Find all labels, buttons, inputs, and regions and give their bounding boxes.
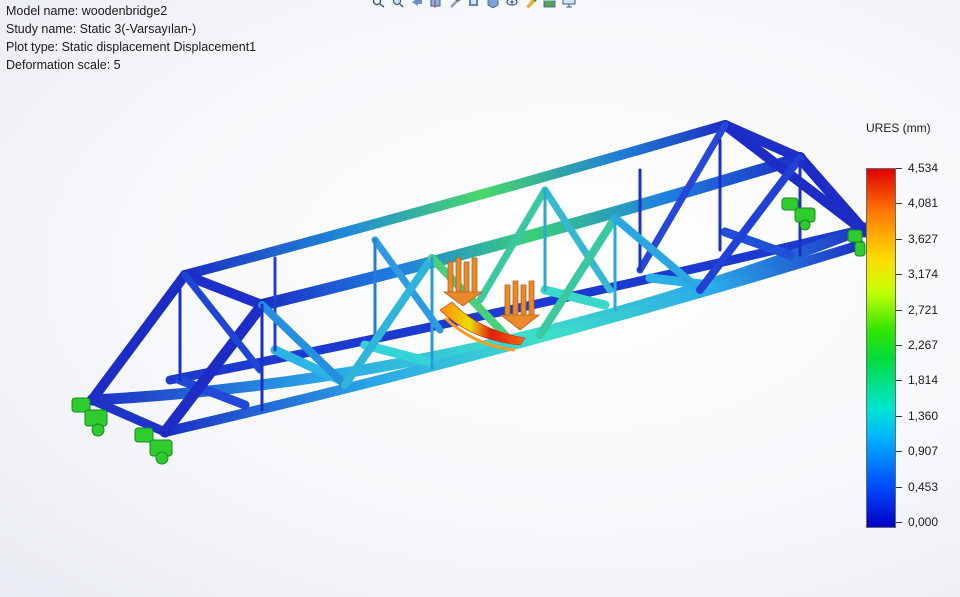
legend-tick-label: 2,721: [908, 302, 939, 317]
legend-tick-label: 0,907: [908, 444, 939, 459]
legend-tick-mark: [896, 168, 902, 169]
legend-tick-label: 4,081: [908, 196, 939, 211]
legend-tick-label: 0,453: [908, 479, 939, 494]
legend-tick-mark: [896, 380, 902, 382]
bridge-model-viewport[interactable]: [0, 0, 960, 597]
legend-tick-mark: [896, 522, 902, 523]
legend-tick-mark: [896, 415, 902, 417]
legend-tick-label: 4,534: [908, 161, 939, 175]
legend-tick-mark: [896, 203, 902, 205]
legend-tick-label: 2,267: [908, 338, 939, 352]
legend-tick-mark: [896, 274, 902, 276]
legend-tick-mark: [896, 486, 902, 488]
legend-tick-label: 3,174: [908, 267, 939, 282]
legend-tick-mark: [896, 238, 902, 240]
bridge-truss: [86, 120, 871, 438]
legend-tick-label: 1,814: [908, 373, 939, 388]
legend-colorbar: [866, 168, 896, 528]
legend-tick-label: 0,000: [908, 515, 939, 529]
legend-tick-label: 1,360: [908, 408, 939, 423]
legend-tick-mark: [896, 345, 902, 346]
legend-tick-label: 3,627: [908, 231, 939, 246]
legend-title: URES (mm): [866, 121, 931, 135]
legend-tick-mark: [896, 309, 902, 311]
legend-tick-mark: [896, 451, 902, 453]
